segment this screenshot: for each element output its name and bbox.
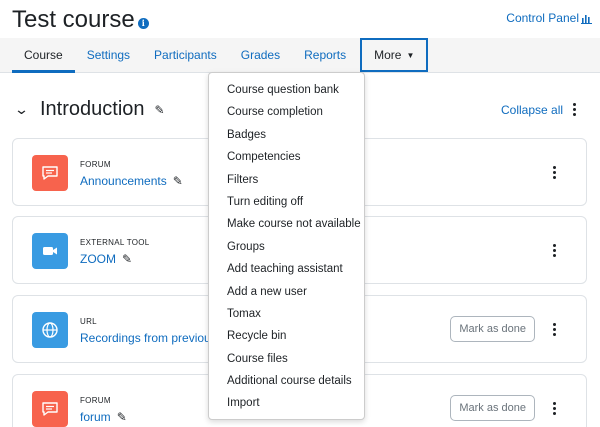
section-title: Introduction [40,98,145,120]
menu-item-recycle-bin[interactable]: Recycle bin [209,325,364,347]
course-nav-tabs: Course Settings Participants Grades Repo… [0,38,600,73]
menu-item-additional-course-details[interactable]: Additional course details [209,370,364,392]
globe-icon [32,312,68,348]
bar-chart-icon [581,14,592,24]
video-camera-icon [32,233,68,269]
forum-icon [32,155,68,191]
mark-as-done-button[interactable]: Mark as done [450,395,535,421]
activity-menu-icon[interactable] [551,244,557,257]
menu-item-course-files[interactable]: Course files [209,348,364,370]
menu-item-add-new-user[interactable]: Add a new user [209,281,364,303]
control-panel-label: Control Panel [506,11,579,25]
page-title: Test course i [12,6,149,34]
tab-more-label: More [374,48,402,62]
info-icon[interactable]: i [137,17,149,29]
activity-type: URL [80,317,97,326]
mark-as-done-button[interactable]: Mark as done [450,316,535,342]
edit-pencil-icon[interactable]: ✎ [122,252,132,266]
tab-reports[interactable]: Reports [292,38,358,72]
menu-item-course-completion[interactable]: Course completion [209,101,364,123]
activity-menu-icon[interactable] [551,323,557,336]
section-menu-icon[interactable] [571,103,577,116]
collapse-all-link[interactable]: Collapse all [501,103,563,117]
activity-name-link[interactable]: Announcements ✎ [80,174,183,188]
edit-pencil-icon[interactable]: ✎ [117,410,127,424]
control-panel-link[interactable]: Control Panel [506,11,592,25]
activity-name: Announcements [80,174,167,188]
collapse-chevron-icon[interactable]: ⌄ [14,101,32,118]
menu-item-competencies[interactable]: Competencies [209,146,364,168]
menu-item-badges[interactable]: Badges [209,124,364,146]
tab-more[interactable]: More ▼ [360,38,429,72]
edit-pencil-icon[interactable]: ✎ [155,103,165,117]
tab-settings[interactable]: Settings [75,38,142,72]
more-dropdown-menu: Course question bank Course completion B… [208,72,365,420]
tab-course[interactable]: Course [12,38,75,73]
activity-name-link[interactable]: ZOOM ✎ [80,252,132,266]
activity-type: FORUM [80,160,111,169]
tab-grades[interactable]: Grades [229,38,292,72]
activity-menu-icon[interactable] [551,166,557,179]
tab-participants[interactable]: Participants [142,38,229,72]
activity-name: ZOOM [80,252,116,266]
activity-menu-icon[interactable] [551,402,557,415]
menu-item-filters[interactable]: Filters [209,169,364,191]
activity-name-link[interactable]: forum ✎ [80,410,127,424]
forum-icon [32,391,68,427]
activity-type: EXTERNAL TOOL [80,238,150,247]
menu-item-make-course-not-available[interactable]: Make course not available [209,213,364,235]
menu-item-add-teaching-assistant[interactable]: Add teaching assistant [209,258,364,280]
section-header: ⌄ Introduction ✎ [14,98,165,121]
menu-item-turn-editing-off[interactable]: Turn editing off [209,191,364,213]
activity-name: forum [80,410,111,424]
menu-item-course-question-bank[interactable]: Course question bank [209,79,364,101]
menu-item-tomax[interactable]: Tomax [209,303,364,325]
menu-item-groups[interactable]: Groups [209,236,364,258]
activity-type: FORUM [80,396,111,405]
menu-item-import[interactable]: Import [209,392,364,414]
chevron-down-icon: ▼ [406,50,415,60]
course-title: Test course [12,6,135,33]
edit-pencil-icon[interactable]: ✎ [173,174,183,188]
